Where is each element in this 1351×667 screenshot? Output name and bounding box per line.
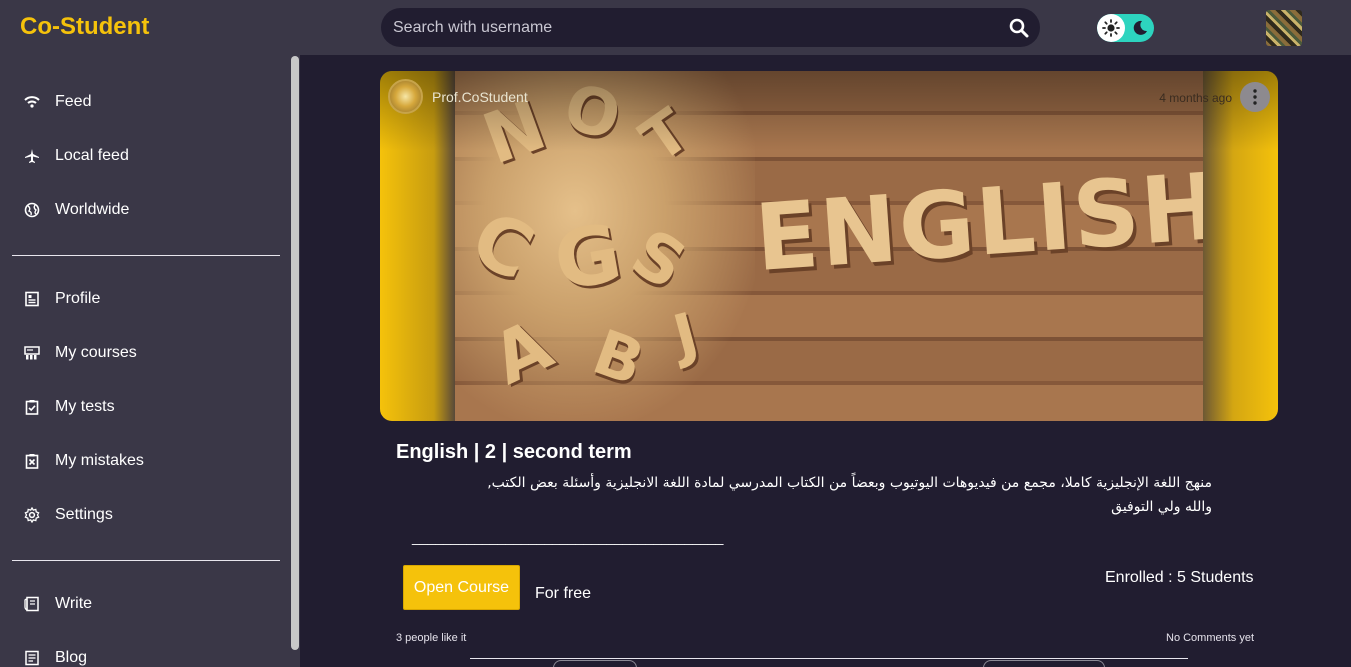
sidebar-item-label: Local feed [55,147,129,164]
search-input[interactable] [393,8,993,47]
description-line: منهج اللغة الإنجليزية كاملا، مجمع من فيد… [487,475,1212,491]
sidebar-item-settings[interactable]: Settings [0,493,285,537]
description-line: والله ولي التوفيق [1111,499,1212,515]
image-top-shade [380,71,1278,151]
sidebar-item-profile[interactable]: Profile [0,277,285,321]
sidebar-divider [12,560,280,561]
sidebar-divider [12,255,280,256]
sidebar-item-my-courses[interactable]: My courses [0,331,285,375]
sidebar-item-label: Blog [55,649,88,666]
sidebar-item-label: Write [55,595,93,612]
user-avatar[interactable] [1266,10,1302,46]
top-bar: Co-Student [0,0,1351,55]
like-button[interactable] [553,660,637,667]
sidebar-item-label: My tests [55,398,115,415]
author-avatar[interactable] [388,79,423,114]
write-icon [24,596,40,612]
open-course-button[interactable]: Open Course [403,565,520,610]
more-vertical-icon [1253,89,1257,105]
sidebar-item-label: Profile [55,290,101,307]
clipboard-check-icon [24,399,40,415]
theme-toggle[interactable] [1097,14,1154,42]
search-icon[interactable] [1009,18,1029,38]
sidebar-item-feed[interactable]: Feed [0,80,285,124]
search-bar [381,8,1040,47]
course-price: For free [535,585,592,602]
enrolled-count: Enrolled : 5 Students [1105,569,1254,586]
sidebar-item-label: My courses [55,344,137,361]
main-content: N O T C G S A B J ENGLISH Prof.CoStudent… [300,55,1351,667]
blog-icon [24,650,40,666]
author-name[interactable]: Prof.CoStudent [432,89,528,105]
globe-icon [24,202,40,218]
comment-button[interactable] [983,660,1105,667]
courses-icon [24,345,40,361]
sidebar-item-local-feed[interactable]: Local feed [0,134,285,178]
clipboard-x-icon [24,453,40,469]
card-divider [470,658,1188,659]
sidebar-item-label: Feed [55,93,92,110]
course-title[interactable]: English | 2 | second term [396,441,632,464]
post-timestamp: 4 months ago [1159,91,1232,105]
wifi-icon [24,94,40,110]
sidebar: Feed Local feed Worldwide Profile My cou… [0,55,300,667]
more-options-button[interactable] [1240,82,1270,112]
sun-icon [1097,14,1125,42]
likes-count[interactable]: 3 people like it [396,632,466,644]
sidebar-item-blog[interactable]: Blog [0,636,285,667]
profile-card-icon [24,291,40,307]
scrollbar-thumb[interactable] [291,56,299,650]
sidebar-item-my-mistakes[interactable]: My mistakes [0,439,285,483]
course-description: منهج اللغة الإنجليزية كاملا، مجمع من فيد… [412,471,1212,549]
sidebar-scrollbar[interactable] [290,55,300,667]
airplane-icon [24,148,40,164]
sidebar-item-write[interactable]: Write [0,582,285,626]
moon-icon [1126,14,1154,42]
sidebar-item-label: My mistakes [55,452,144,469]
brand-logo[interactable]: Co-Student [20,13,149,41]
sidebar-item-worldwide[interactable]: Worldwide [0,188,285,232]
comments-count[interactable]: No Comments yet [1166,632,1254,644]
english-word: ENGLISH [751,152,1203,293]
sidebar-item-my-tests[interactable]: My tests [0,385,285,429]
sidebar-item-label: Settings [55,506,113,523]
course-card-image[interactable]: N O T C G S A B J ENGLISH Prof.CoStudent… [380,71,1278,421]
description-rule: ________________________________________ [412,529,724,545]
sidebar-item-label: Worldwide [55,201,130,218]
gear-icon [24,506,40,524]
